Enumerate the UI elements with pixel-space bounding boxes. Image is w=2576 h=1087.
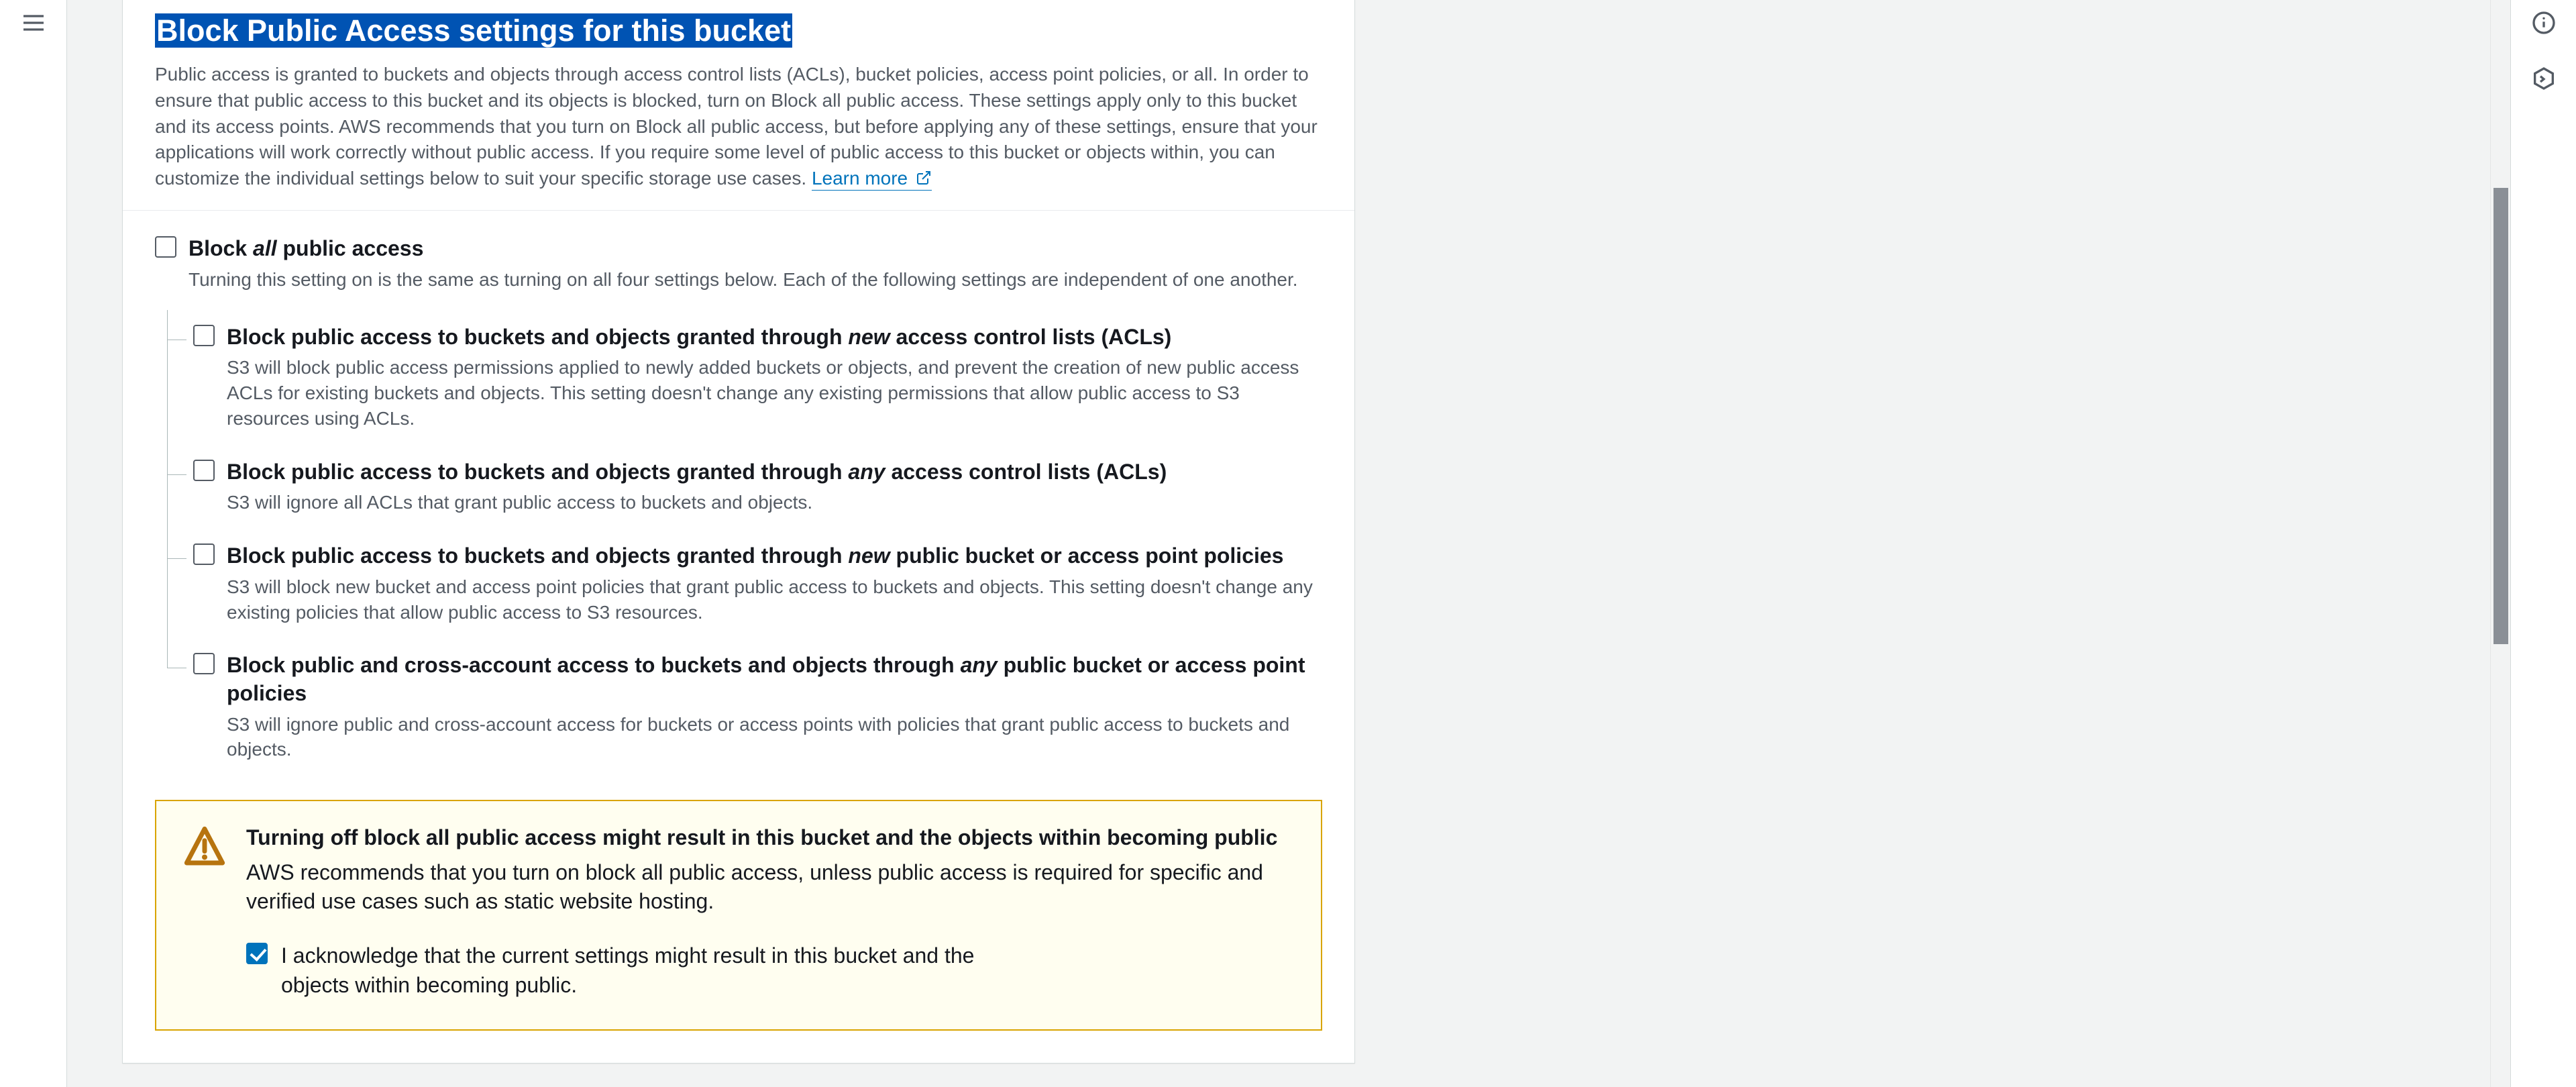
block-all-hint: Turning this setting on is the same as t…	[189, 267, 1322, 293]
child-hint: S3 will ignore public and cross-account …	[227, 712, 1320, 763]
info-icon[interactable]	[2511, 9, 2576, 38]
child-checkbox-new-acls[interactable]	[193, 325, 215, 346]
child-option-any-acls: Block public access to buckets and objec…	[168, 445, 1322, 529]
warning-icon	[183, 825, 226, 870]
child-checkbox-any-policies[interactable]	[193, 653, 215, 674]
acknowledge-checkbox[interactable]	[246, 943, 268, 964]
acknowledge-row: I acknowledge that the current settings …	[246, 941, 1294, 999]
panel-header: Block Public Access settings for this bu…	[123, 0, 1354, 211]
main-content: Block Public Access settings for this bu…	[67, 0, 2490, 1087]
child-hint: S3 will ignore all ACLs that grant publi…	[227, 490, 1320, 515]
child-hint: S3 will block public access permissions …	[227, 355, 1320, 431]
cloudshell-icon[interactable]	[2511, 65, 2576, 94]
child-checkbox-any-acls[interactable]	[193, 460, 215, 481]
child-label: Block public access to buckets and objec…	[227, 458, 1322, 486]
panel-title: Block Public Access settings for this bu…	[155, 13, 792, 48]
panel-description: Public access is granted to buckets and …	[155, 62, 1322, 191]
learn-more-label: Learn more	[812, 168, 908, 189]
child-hint: S3 will block new bucket and access poin…	[227, 574, 1320, 625]
external-link-icon	[916, 170, 932, 186]
child-label: Block public access to buckets and objec…	[227, 542, 1322, 570]
block-all-option: Block all public access Turning this set…	[155, 235, 1322, 776]
child-label: Block public access to buckets and objec…	[227, 323, 1322, 352]
block-children: Block public access to buckets and objec…	[167, 310, 1322, 776]
public-access-warning: Turning off block all public access migh…	[155, 800, 1322, 1031]
scrollbar-track[interactable]	[2490, 0, 2510, 1087]
block-all-checkbox[interactable]	[155, 236, 176, 258]
block-all-label: Block all public access	[189, 235, 1322, 263]
child-option-any-policies: Block public and cross-account access to…	[168, 638, 1322, 776]
child-option-new-acls: Block public access to buckets and objec…	[168, 310, 1322, 445]
alert-text: AWS recommends that you turn on block al…	[246, 858, 1279, 916]
child-checkbox-new-policies[interactable]	[193, 544, 215, 565]
block-public-access-panel: Block Public Access settings for this bu…	[122, 0, 1355, 1064]
hamburger-icon[interactable]	[20, 28, 47, 38]
acknowledge-label: I acknowledge that the current settings …	[281, 941, 1006, 999]
child-label: Block public and cross-account access to…	[227, 652, 1322, 707]
alert-title: Turning off block all public access migh…	[246, 825, 1294, 850]
child-option-new-policies: Block public access to buckets and objec…	[168, 529, 1322, 638]
left-rail	[0, 0, 67, 1087]
panel-description-text: Public access is granted to buckets and …	[155, 64, 1318, 189]
right-rail	[2510, 0, 2576, 1087]
scrollbar-thumb[interactable]	[2493, 188, 2508, 644]
panel-body: Block all public access Turning this set…	[123, 211, 1354, 1062]
learn-more-link[interactable]: Learn more	[812, 168, 932, 191]
